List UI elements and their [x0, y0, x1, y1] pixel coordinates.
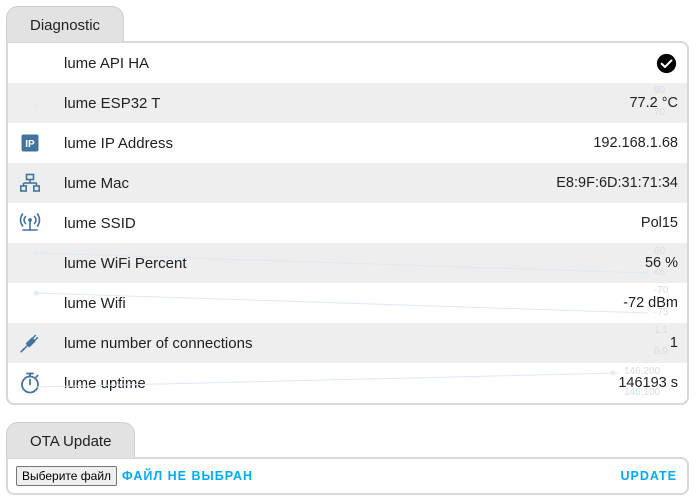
entity-value: Pol15 [640, 215, 678, 231]
entity-label: lume ESP32 T [64, 94, 161, 112]
entity-label: lume SSID [64, 214, 136, 232]
ota-file-row: Выберите файл ФАЙЛ НЕ ВЫБРАН UPDATE [8, 459, 687, 493]
entity-label: lume API HA [64, 54, 150, 72]
entity-label: lume number of connections [64, 334, 253, 352]
entity-value: 146193 s [618, 375, 678, 391]
plug-icon [20, 334, 39, 353]
entity-row-connections[interactable]: lume number of connections 1 [8, 323, 687, 363]
entity-row-mac[interactable]: lume Mac E8:9F:6D:31:71:34 [8, 163, 687, 203]
entity-value: 56 % [644, 255, 678, 271]
entity-label: lume Mac [64, 174, 130, 192]
ota-update-tab-label: OTA Update [30, 433, 112, 450]
diagnostic-card: Diagnostic 90 70 60 46 -70 -75 1.1 0.9 1… [6, 6, 689, 405]
entity-row-ip-address[interactable]: IP lume IP Address 192.168.1.68 [8, 123, 687, 163]
diagnostic-tab-label: Diagnostic [30, 17, 101, 34]
entity-value: 192.168.1.68 [593, 135, 678, 151]
entity-label: lume uptime [64, 374, 146, 392]
entity-value: 77.2 °C [629, 95, 678, 111]
entity-label: lume Wifi [64, 294, 126, 312]
entity-value: E8:9F:6D:31:71:34 [556, 175, 678, 191]
entity-row-ssid[interactable]: lume SSID Pol15 [8, 203, 687, 243]
timer-icon [21, 372, 39, 394]
ip-icon: IP [21, 134, 39, 152]
check-circle-icon [656, 53, 677, 73]
ota-update-tab: OTA Update [6, 422, 136, 458]
file-status-text: ФАЙЛ НЕ ВЫБРАН [122, 469, 254, 483]
svg-text:IP: IP [25, 139, 35, 150]
wifi-antenna-icon [19, 213, 41, 231]
entity-row-api-ha[interactable]: lume API HA [8, 43, 687, 83]
entity-value [656, 53, 677, 74]
ota-update-card: OTA Update Выберите файл ФАЙЛ НЕ ВЫБРАН … [6, 422, 689, 495]
ota-update-panel: Выберите файл ФАЙЛ НЕ ВЫБРАН UPDATE [6, 457, 689, 495]
entity-label: lume IP Address [64, 134, 173, 152]
entity-label: lume WiFi Percent [64, 254, 187, 272]
entity-value: -72 dBm [623, 295, 678, 311]
entity-value: 1 [669, 335, 678, 351]
network-icon [20, 173, 40, 192]
diagnostic-tab: Diagnostic [6, 6, 125, 42]
entity-row-wifi-signal[interactable]: lume Wifi -72 dBm [8, 283, 687, 323]
diagnostic-panel: 90 70 60 46 -70 -75 1.1 0.9 146,200 146,… [6, 41, 689, 405]
entity-row-esp32-temp[interactable]: lume ESP32 T 77.2 °C [8, 83, 687, 123]
update-button[interactable]: UPDATE [621, 469, 677, 483]
choose-file-button[interactable]: Выберите файл [16, 466, 118, 486]
entity-row-wifi-percent[interactable]: lume WiFi Percent 56 % [8, 243, 687, 283]
entity-row-uptime[interactable]: lume uptime 146193 s [8, 363, 687, 403]
